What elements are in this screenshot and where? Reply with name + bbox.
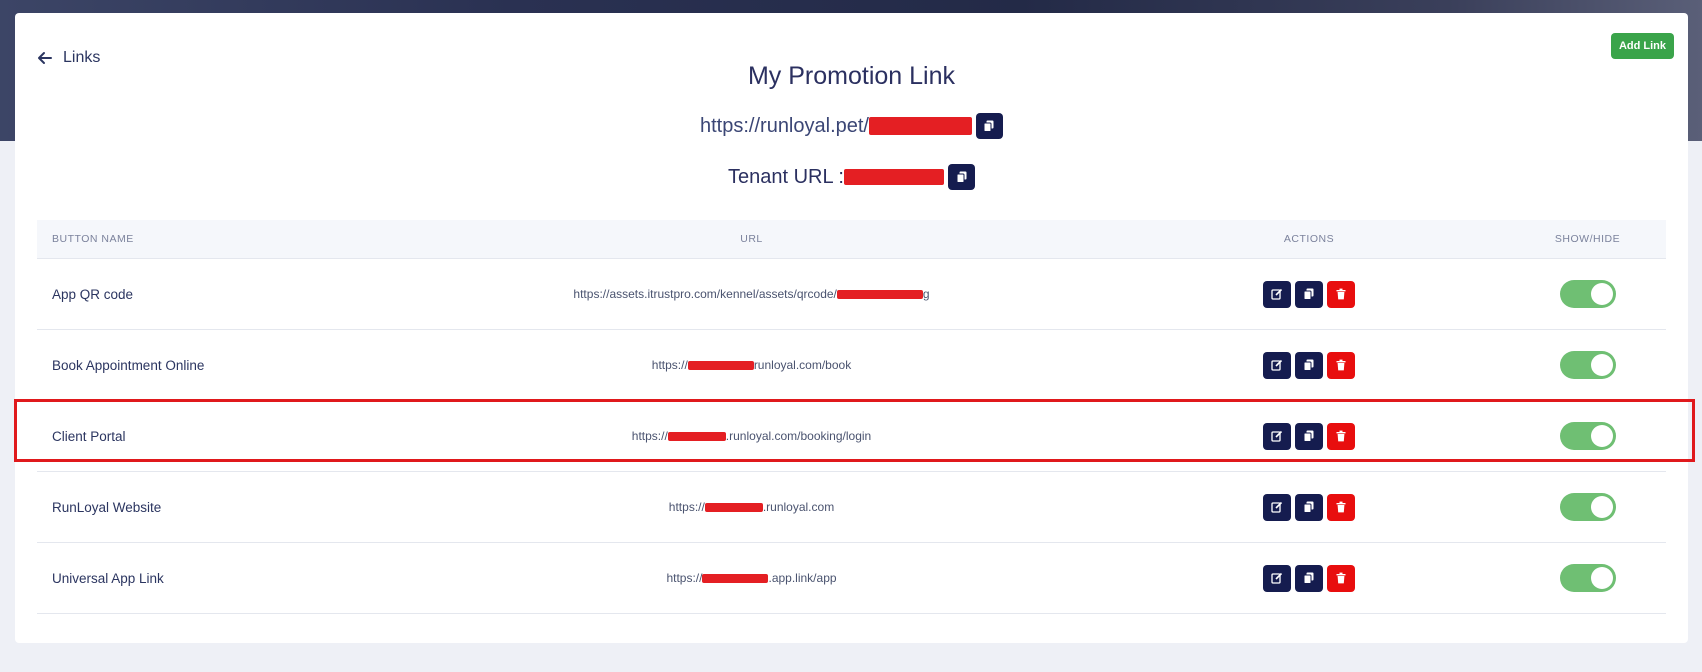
trash-icon <box>1336 430 1346 442</box>
copy-button[interactable] <box>1295 564 1323 592</box>
trash-icon <box>1336 359 1346 371</box>
column-header-show-hide: SHOW/HIDE <box>1554 233 1621 245</box>
link-url-suffix: .runloyal.com <box>762 500 835 514</box>
link-url: https:// .runloyal.com <box>394 500 1109 514</box>
trash-icon <box>1336 501 1346 513</box>
row-visibility <box>1509 564 1666 592</box>
copy-icon <box>956 171 966 183</box>
table-row: RunLoyal Website https:// .runloyal.com <box>37 472 1666 543</box>
link-url-suffix: g <box>922 287 930 301</box>
edit-icon <box>1271 288 1283 300</box>
copy-button[interactable] <box>1295 422 1323 450</box>
link-url-prefix: https:// <box>668 500 705 514</box>
redaction-mark <box>868 117 972 135</box>
add-link-button[interactable]: Add Link <box>1611 33 1674 59</box>
table-row: Book Appointment Online https:// runloyal.… <box>37 330 1666 401</box>
link-name: Client Portal <box>52 428 126 444</box>
show-hide-toggle[interactable] <box>1559 564 1616 592</box>
edit-icon <box>1271 501 1283 513</box>
table-row: Client Portal https:// .runloyal.com/booki… <box>37 401 1666 472</box>
redaction-mark <box>687 361 754 371</box>
edit-icon <box>1271 572 1283 584</box>
copy-icon <box>1303 288 1314 300</box>
show-hide-toggle[interactable] <box>1559 351 1616 379</box>
link-name: RunLoyal Website <box>52 499 162 515</box>
delete-button[interactable] <box>1327 493 1355 521</box>
edit-button[interactable] <box>1263 280 1291 308</box>
copy-button[interactable] <box>1295 351 1323 379</box>
redaction-mark <box>702 574 769 584</box>
toggle-knob <box>1590 283 1613 305</box>
delete-button[interactable] <box>1327 564 1355 592</box>
toggle-knob <box>1590 567 1613 589</box>
column-header-url: URL <box>740 233 763 245</box>
delete-button[interactable] <box>1327 351 1355 379</box>
show-hide-toggle[interactable] <box>1559 280 1616 308</box>
show-hide-toggle[interactable] <box>1559 493 1616 521</box>
link-url: https://assets.itrustpro.com/kennel/asse… <box>394 287 1109 301</box>
page-title: My Promotion Link <box>747 62 956 90</box>
link-name: App QR code <box>52 286 134 302</box>
edit-button[interactable] <box>1263 422 1291 450</box>
copy-icon <box>1303 501 1314 513</box>
copy-icon <box>1303 430 1314 442</box>
tenant-url-label: Tenant URL : <box>728 165 844 188</box>
redaction-mark <box>667 432 726 442</box>
copy-button[interactable] <box>1295 280 1323 308</box>
link-url-prefix: https:// <box>666 571 703 585</box>
trash-icon <box>1336 288 1346 300</box>
redaction-mark <box>844 169 944 185</box>
links-card: Links Add Link My Promotion Link https:/… <box>15 13 1688 643</box>
link-url: https:// .app.link/app <box>394 571 1109 585</box>
edit-button[interactable] <box>1263 564 1291 592</box>
row-actions <box>1109 422 1509 450</box>
promotion-link-row: https://runloyal.pet/ <box>15 113 1688 139</box>
toggle-knob <box>1590 354 1613 376</box>
link-name: Universal App Link <box>52 570 164 586</box>
tenant-url-row: Tenant URL : <box>15 164 1688 190</box>
row-actions <box>1109 493 1509 521</box>
link-url-suffix: .runloyal.com/booking/login <box>725 429 872 443</box>
redaction-mark <box>704 503 763 513</box>
copy-promotion-link-button[interactable] <box>975 113 1003 139</box>
link-url: https:// runloyal.com/book <box>394 358 1109 372</box>
link-name: Book Appointment Online <box>52 357 205 373</box>
link-url-prefix: https://assets.itrustpro.com/kennel/asse… <box>573 287 837 301</box>
link-url-suffix: runloyal.com/book <box>753 358 852 372</box>
copy-button[interactable] <box>1295 493 1323 521</box>
delete-button[interactable] <box>1327 280 1355 308</box>
copy-icon <box>1303 359 1314 371</box>
delete-button[interactable] <box>1327 422 1355 450</box>
redaction-mark <box>836 290 923 300</box>
table-header: BUTTON NAME URL ACTIONS SHOW/HIDE <box>37 220 1666 259</box>
table-row: App QR code https://assets.itrustpro.com/… <box>37 259 1666 330</box>
toggle-knob <box>1590 425 1613 447</box>
link-url-prefix: https:// <box>631 429 668 443</box>
copy-tenant-url-button[interactable] <box>948 164 975 190</box>
link-url-suffix: .app.link/app <box>768 571 837 585</box>
edit-button[interactable] <box>1263 351 1291 379</box>
column-header-button-name: BUTTON NAME <box>52 233 134 245</box>
edit-icon <box>1271 359 1283 371</box>
show-hide-toggle[interactable] <box>1559 422 1616 450</box>
row-visibility <box>1509 351 1666 379</box>
column-header-actions: ACTIONS <box>1283 233 1335 245</box>
promotion-link-text: https://runloyal.pet/ <box>700 114 869 137</box>
row-actions <box>1109 351 1509 379</box>
toggle-knob <box>1590 496 1613 518</box>
trash-icon <box>1336 572 1346 584</box>
links-table: BUTTON NAME URL ACTIONS SHOW/HIDE App QR… <box>37 220 1666 614</box>
row-actions <box>1109 564 1509 592</box>
row-visibility <box>1509 422 1666 450</box>
copy-icon <box>1303 572 1314 584</box>
table-row: Universal App Link https:// .app.link/app <box>37 543 1666 614</box>
edit-icon <box>1271 430 1283 442</box>
link-url: https:// .runloyal.com/booking/login <box>394 429 1109 443</box>
copy-icon <box>983 120 994 132</box>
row-visibility <box>1509 493 1666 521</box>
row-visibility <box>1509 280 1666 308</box>
edit-button[interactable] <box>1263 493 1291 521</box>
row-actions <box>1109 280 1509 308</box>
link-url-prefix: https:// <box>651 358 688 372</box>
